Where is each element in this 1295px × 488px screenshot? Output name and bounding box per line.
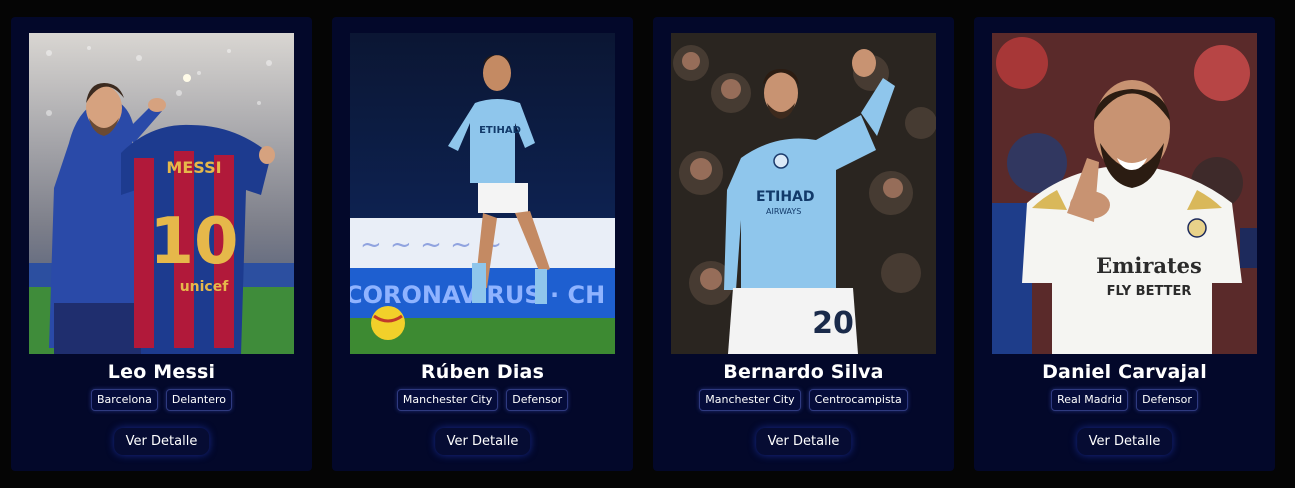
player-photo: ETIHAD AIRWAYS 20	[671, 33, 936, 354]
player-name: Leo Messi	[107, 361, 216, 383]
view-detail-button[interactable]: Ver Detalle	[113, 428, 210, 455]
jersey-name-text: MESSI	[166, 158, 221, 177]
club-tag: Manchester City	[699, 389, 801, 411]
player-card-carvajal: Emirates FLY BETTER Daniel Carvajal Real…	[974, 17, 1275, 471]
view-detail-button[interactable]: Ver Detalle	[434, 428, 531, 455]
player-photo: MESSI 10 unicef	[29, 33, 294, 354]
view-detail-button[interactable]: Ver Detalle	[1076, 428, 1173, 455]
jersey-number-text: 10	[149, 205, 238, 279]
player-tags: Barcelona Delantero	[11, 389, 312, 411]
jersey-sponsor-sub-text: AIRWAYS	[766, 207, 801, 216]
player-name: Bernardo Silva	[723, 361, 884, 383]
player-photo: ~ ~ ~ ~ ~ CORONAVIRUS · CH ETIHAD	[350, 33, 615, 354]
player-card-dias: ~ ~ ~ ~ ~ CORONAVIRUS · CH ETIHAD Rúben …	[332, 17, 633, 471]
club-tag: Manchester City	[396, 389, 499, 411]
player-tags: Manchester City Centrocampista	[653, 389, 954, 411]
jersey-sponsor-text: unicef	[180, 279, 230, 295]
player-tags: Manchester City Defensor	[332, 389, 633, 411]
player-photo: Emirates FLY BETTER	[992, 33, 1257, 354]
player-grid: MESSI 10 unicef Leo Messi Barcelona Dela…	[0, 0, 1295, 488]
jersey-sponsor-text: ETIHAD	[479, 125, 521, 136]
player-name: Rúben Dias	[420, 361, 545, 383]
player-card-messi: MESSI 10 unicef Leo Messi Barcelona Dela…	[11, 17, 312, 471]
position-tag: Delantero	[165, 389, 232, 411]
position-tag: Centrocampista	[808, 389, 908, 411]
club-tag: Real Madrid	[1051, 389, 1129, 411]
jersey-sponsor-text: ETIHAD	[756, 189, 815, 205]
jersey-sponsor-sub-text: FLY BETTER	[1107, 284, 1192, 299]
jersey-sponsor-text: Emirates	[1096, 253, 1202, 278]
position-tag: Defensor	[1136, 389, 1198, 411]
player-card-silva: ETIHAD AIRWAYS 20 Bernardo Silva Manches…	[653, 17, 954, 471]
player-tags: Real Madrid Defensor	[974, 389, 1275, 411]
player-name: Daniel Carvajal	[1042, 361, 1207, 383]
club-tag: Barcelona	[91, 389, 158, 411]
view-detail-button[interactable]: Ver Detalle	[755, 428, 852, 455]
position-tag: Defensor	[506, 389, 569, 411]
jersey-number-text: 20	[812, 306, 854, 341]
